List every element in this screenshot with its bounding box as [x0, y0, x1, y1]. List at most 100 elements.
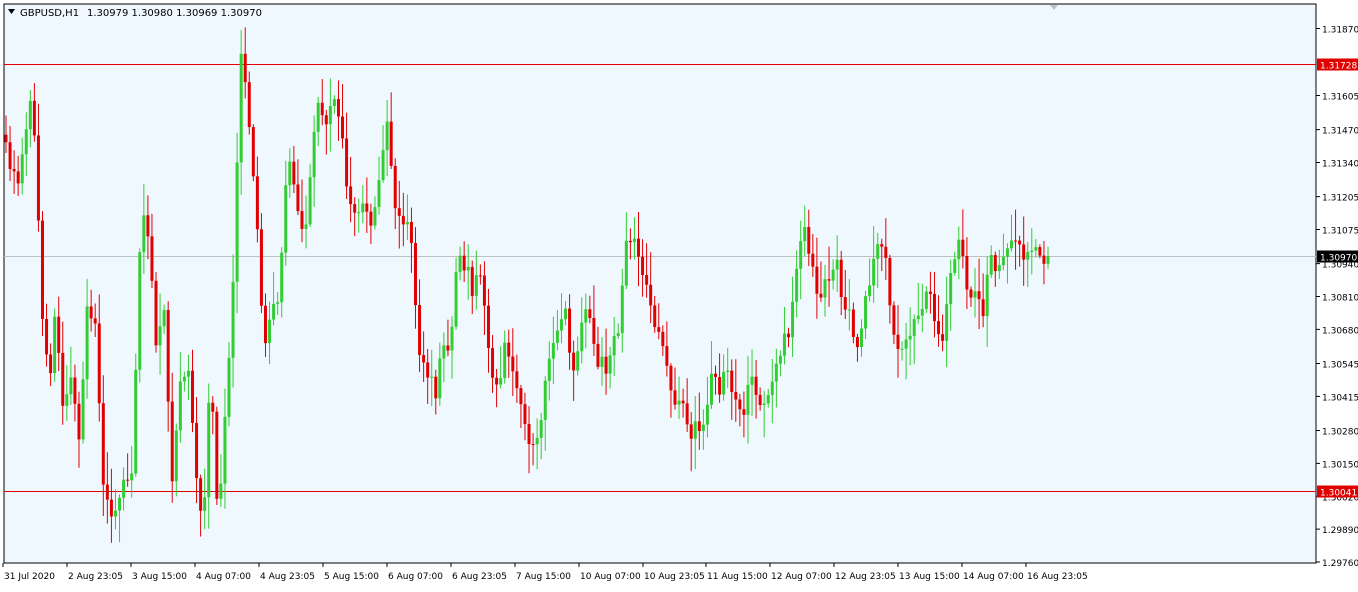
bear-candle: [353, 204, 357, 213]
bull-candle: [912, 319, 916, 336]
bull-candle: [377, 180, 381, 208]
bull-candle: [580, 322, 584, 352]
ohlc-readout: 1.30979 1.30980 1.30969 1.30970: [87, 8, 262, 19]
bear-candle: [434, 376, 438, 399]
bear-candle: [888, 257, 892, 306]
bull-candle: [997, 265, 1001, 272]
bear-candle: [742, 409, 746, 415]
bull-candle: [803, 226, 807, 242]
bear-candle: [669, 365, 673, 391]
bear-candle: [718, 377, 722, 395]
bull-candle: [458, 255, 462, 273]
bull-candle: [113, 510, 117, 517]
bull-candle: [304, 224, 308, 229]
bear-candle: [409, 221, 413, 244]
bull-candle: [920, 308, 924, 316]
bull-candle: [182, 376, 186, 382]
bull-candle: [620, 285, 624, 334]
bull-candle: [499, 378, 503, 385]
bull-candle: [373, 207, 377, 226]
x-tick-label: 5 Aug 15:00: [324, 572, 379, 582]
bull-candle: [28, 100, 32, 130]
bear-candle: [40, 220, 44, 319]
y-tick-label: 1.30415: [1322, 393, 1358, 403]
bear-candle: [645, 275, 649, 285]
bear-candle: [478, 275, 482, 277]
y-tick-label: 1.31075: [1322, 227, 1358, 237]
bear-candle: [1042, 255, 1046, 264]
bear-candle: [641, 256, 645, 276]
bull-candle: [442, 345, 446, 359]
candlestick-chart[interactable]: 1.31870 1.31605 1.31470 1.31340 1.31205 1.310…: [0, 0, 1358, 588]
chart-window[interactable]: 1.31870 1.31605 1.31470 1.31340 1.31205 1.310…: [0, 0, 1358, 588]
y-tick-label: 1.31340: [1322, 160, 1358, 170]
bear-candle: [673, 390, 677, 405]
bear-candle: [154, 280, 158, 346]
bull-candle: [831, 269, 835, 281]
x-tick-label: 10 Aug 23:05: [644, 572, 705, 582]
bear-candle: [880, 244, 884, 247]
bull-candle: [945, 304, 949, 341]
bear-candle: [345, 138, 349, 187]
bear-candle: [414, 243, 418, 306]
bull-candle: [466, 266, 470, 271]
bull-candle: [1010, 240, 1014, 249]
bull-candle: [770, 381, 774, 395]
bear-candle: [97, 323, 101, 404]
bull-candle: [134, 369, 138, 474]
y-tick-label: 1.31870: [1322, 26, 1358, 36]
bull-candle: [973, 291, 977, 298]
bull-candle: [203, 497, 207, 511]
bull-candle: [24, 129, 28, 155]
level-price-label: 1.30041: [1320, 489, 1357, 499]
bull-candle: [158, 326, 162, 346]
bull-candle: [722, 371, 726, 395]
bull-candle: [900, 348, 904, 350]
bear-candle: [592, 318, 596, 344]
bear-candle: [685, 403, 689, 425]
bear-candle: [588, 309, 592, 319]
bull-candle: [405, 221, 409, 225]
x-tick-label: 12 Aug 23:05: [835, 572, 896, 582]
bear-candle: [61, 352, 65, 406]
bull-candle: [859, 328, 863, 348]
bull-candle: [438, 358, 442, 399]
bear-candle: [166, 309, 170, 402]
bull-candle: [868, 285, 872, 297]
bull-candle: [239, 53, 243, 163]
bear-candle: [531, 444, 535, 446]
bear-candle: [57, 316, 61, 353]
bear-candle: [426, 362, 430, 378]
bear-candle: [12, 169, 16, 172]
bull-candle: [227, 357, 231, 417]
bear-candle: [243, 53, 247, 83]
bull-candle: [908, 335, 912, 340]
bear-candle: [507, 342, 511, 357]
bull-candle: [864, 296, 868, 329]
bull-candle: [328, 106, 332, 125]
bull-candle: [600, 356, 604, 367]
bull-candle: [555, 330, 559, 343]
bull-candle: [223, 416, 227, 484]
bear-candle: [787, 333, 791, 338]
bear-candle: [263, 305, 267, 344]
bull-candle: [985, 274, 989, 317]
bull-candle: [799, 241, 803, 269]
x-tick-label: 2 Aug 23:05: [68, 572, 123, 582]
bull-candle: [916, 315, 920, 320]
bull-candle: [632, 238, 636, 243]
bull-candle: [450, 326, 454, 351]
bull-candle: [284, 185, 288, 253]
bull-candle: [69, 377, 73, 395]
bull-candle: [474, 275, 478, 296]
x-tick-label: 13 Aug 15:00: [899, 572, 960, 582]
bear-candle: [896, 334, 900, 349]
x-tick-label: 6 Aug 07:00: [388, 572, 443, 582]
x-tick-label: 16 Aug 23:05: [1027, 572, 1088, 582]
bull-candle: [677, 400, 681, 405]
bear-candle: [491, 348, 495, 378]
bear-candle: [511, 356, 515, 372]
bull-candle: [823, 279, 827, 298]
bear-candle: [811, 253, 815, 267]
bear-candle: [296, 184, 300, 212]
